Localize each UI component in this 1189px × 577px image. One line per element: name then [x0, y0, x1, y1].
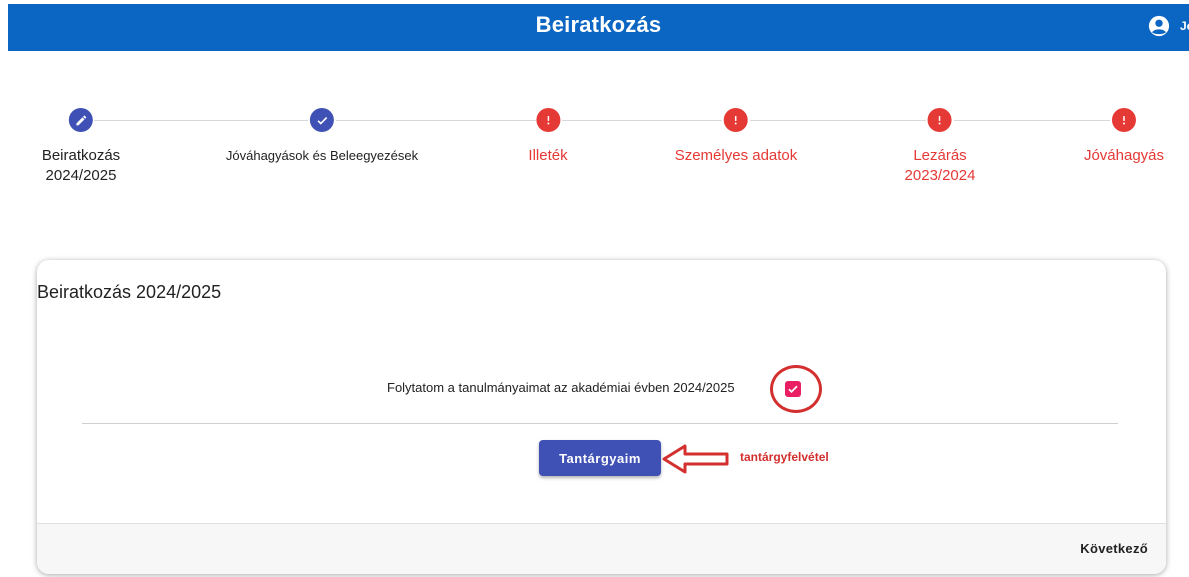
enrollment-card: Beiratkozás 2024/2025 Folytatom a tanulm… [37, 260, 1166, 574]
step-szemelyes-adatok[interactable]: Személyes adatok [674, 108, 798, 166]
divider [82, 423, 1118, 424]
step-illetek[interactable]: Illeték [528, 108, 568, 166]
exclamation-icon [1112, 108, 1136, 132]
card-title: Beiratkozás 2024/2025 [37, 282, 222, 302]
account-circle-icon[interactable] [1148, 15, 1170, 37]
arrow-left-annotation-icon [662, 444, 729, 474]
my-subjects-button[interactable]: Tantárgyaim [539, 440, 661, 476]
step-label: Illeték [528, 147, 568, 164]
page-title: Beiratkozás [535, 12, 662, 37]
enrollment-stepper: Beiratkozás 2024/2025 Jóváhagyások és Be… [0, 100, 1189, 200]
step-label: Személyes adatok [674, 147, 798, 164]
step-label: Jóváhagyások és Beleegyezések [225, 148, 419, 163]
top-app-bar: Beiratkozás Jel [8, 4, 1189, 51]
pencil-icon [69, 108, 93, 132]
next-button[interactable]: Következő [1080, 541, 1148, 556]
step-jovahagyas[interactable]: Jóváhagyás [1084, 108, 1164, 166]
highlight-circle-annotation [770, 365, 822, 413]
step-beiratkozas[interactable]: Beiratkozás 2024/2025 [42, 108, 120, 186]
annotation-text: tantárgyfelvétel [740, 450, 829, 464]
exclamation-icon [723, 108, 748, 132]
check-icon [309, 108, 334, 132]
exclamation-icon [928, 108, 952, 132]
exclamation-icon [536, 108, 560, 132]
step-label: Beiratkozás 2024/2025 [41, 147, 121, 184]
user-name[interactable]: Jel [1180, 19, 1189, 33]
step-lezaras[interactable]: Lezárás 2023/2024 [904, 108, 976, 186]
step-label: Jóváhagyás [1083, 147, 1165, 164]
step-jovahagyasok[interactable]: Jóváhagyások és Beleegyezések [226, 108, 418, 166]
continue-studies-label: Folytatom a tanulmányaimat az akadémiai … [387, 380, 735, 395]
card-footer: Következő [37, 523, 1166, 574]
step-label: Lezárás 2023/2024 [904, 147, 976, 184]
